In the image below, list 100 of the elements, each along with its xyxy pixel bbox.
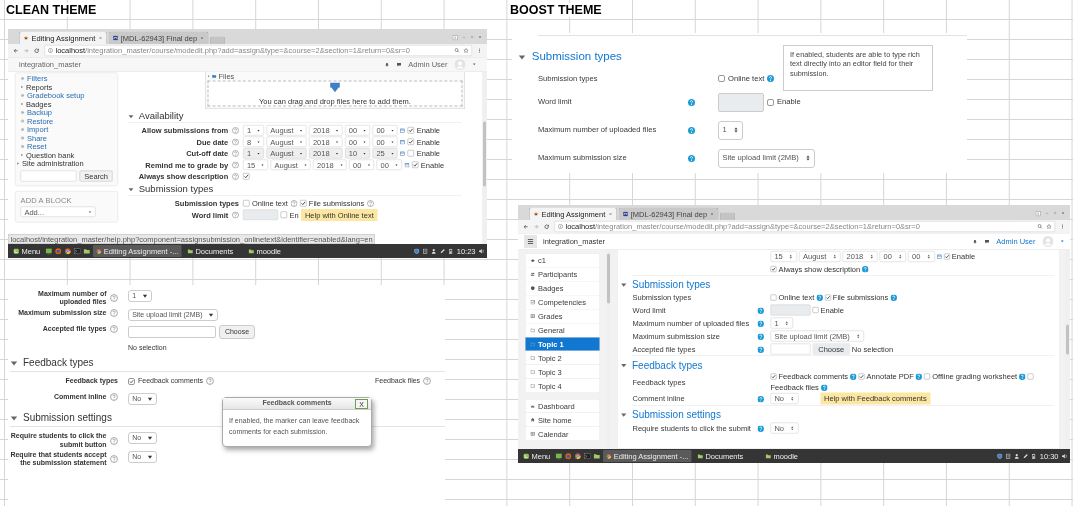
- mint-icon: [13, 247, 20, 255]
- caret-icon: [335, 151, 339, 155]
- help-icon: [688, 98, 695, 106]
- battery-icon: [448, 248, 454, 254]
- terminal-icon[interactable]: [583, 452, 591, 460]
- help-icon: [850, 373, 857, 380]
- checkbox[interactable]: [243, 200, 250, 207]
- checkbox[interactable]: [812, 307, 819, 313]
- help-icon: [757, 320, 764, 327]
- sheet-title: CLEAN THEME: [6, 3, 99, 17]
- help-icon: [110, 393, 118, 402]
- home-icon: [530, 417, 535, 422]
- battery-icon: [1031, 453, 1037, 459]
- cap-icon: [23, 35, 29, 41]
- speaker-icon: [1061, 453, 1067, 459]
- help-icon: [757, 333, 764, 340]
- cap-icon: [530, 258, 535, 263]
- folder-icon: [248, 248, 254, 254]
- help-icon: [688, 154, 695, 162]
- help-icon: [206, 377, 214, 386]
- number-field[interactable]: [770, 304, 811, 316]
- browser-icon: [605, 453, 612, 459]
- scrollbar[interactable]: [482, 71, 487, 244]
- checkbox[interactable]: [770, 294, 777, 301]
- help-icon: [110, 294, 118, 303]
- text-field[interactable]: [128, 325, 216, 338]
- browser-icon[interactable]: [64, 247, 71, 255]
- checkbox[interactable]: [128, 377, 135, 385]
- caret-icon: [472, 62, 476, 66]
- profile-icon: [452, 34, 458, 41]
- speaker-icon: [478, 248, 484, 254]
- menu-icon[interactable]: [524, 234, 537, 248]
- caret-icon: [390, 140, 394, 144]
- help-icon: [110, 436, 118, 445]
- caret-icon: [789, 395, 795, 402]
- caret-icon: [146, 453, 153, 460]
- section-heading[interactable]: Feedback types: [632, 359, 703, 371]
- checkbox[interactable]: [280, 211, 287, 218]
- help-icon: [816, 294, 823, 301]
- folder-icon[interactable]: [83, 247, 90, 255]
- terminal-icon[interactable]: [73, 247, 81, 255]
- checkbox[interactable]: [824, 294, 831, 301]
- help-icon: [915, 373, 923, 380]
- checkbox[interactable]: [1027, 373, 1034, 380]
- folder-icon: [697, 453, 703, 459]
- help-icon: [890, 294, 897, 301]
- checkbox[interactable]: [407, 127, 415, 134]
- caret-icon: [335, 140, 339, 144]
- checkbox[interactable]: [767, 98, 774, 106]
- chat-icon: [396, 61, 402, 67]
- caret-icon: [784, 320, 790, 326]
- checkbox[interactable]: [943, 253, 950, 260]
- caret-icon: [869, 253, 874, 260]
- checkbox[interactable]: [924, 373, 931, 380]
- monitor-icon[interactable]: [45, 247, 52, 255]
- section-heading[interactable]: Submission types: [138, 183, 214, 195]
- scrollbar[interactable]: [1065, 249, 1070, 449]
- monitor-icon[interactable]: [555, 452, 562, 460]
- folder-icon[interactable]: [593, 452, 600, 460]
- number-field[interactable]: [718, 92, 764, 112]
- browser-icon[interactable]: [54, 247, 62, 255]
- caret-icon: [897, 253, 903, 260]
- checkbox[interactable]: [770, 266, 777, 272]
- checkbox[interactable]: [407, 138, 415, 145]
- dashboard-icon: [530, 403, 535, 409]
- section-heading[interactable]: Feedback types: [23, 356, 94, 369]
- checkbox[interactable]: [411, 161, 419, 168]
- site-icon: [112, 35, 118, 41]
- help-icon: [757, 395, 764, 403]
- checkbox[interactable]: [770, 373, 777, 380]
- help-icon: [862, 265, 869, 273]
- caret-icon: [832, 253, 837, 260]
- chat-icon: [984, 238, 990, 244]
- person-icon: [431, 248, 437, 254]
- help-icon: [757, 346, 764, 353]
- checkbox[interactable]: [243, 173, 250, 180]
- browser-icon[interactable]: [564, 452, 572, 460]
- caret-icon: [390, 128, 394, 132]
- bell-icon: [384, 61, 390, 67]
- caret-icon: [363, 151, 367, 155]
- caret-icon: [88, 210, 92, 214]
- section-heading[interactable]: Submission settings: [632, 408, 721, 421]
- site-icon: [622, 211, 628, 217]
- checkbox[interactable]: [858, 373, 865, 380]
- caret-icon: [257, 128, 261, 132]
- checkbox[interactable]: [718, 75, 725, 83]
- checkbox[interactable]: [407, 150, 415, 157]
- caret-icon: [299, 128, 303, 132]
- caret-icon: [788, 253, 794, 260]
- browser-icon[interactable]: [574, 452, 581, 460]
- section-heading[interactable]: Submission settings: [23, 411, 112, 424]
- shield-icon: [530, 286, 535, 291]
- bell-icon: [972, 238, 978, 244]
- number-field[interactable]: [243, 209, 278, 220]
- section-heading[interactable]: Submission types: [632, 278, 711, 291]
- section-heading[interactable]: Availability: [138, 110, 184, 122]
- help-icon: [110, 325, 118, 333]
- section-heading[interactable]: Submission types: [531, 50, 622, 64]
- caret-icon: [146, 435, 153, 442]
- checkbox[interactable]: [299, 200, 307, 207]
